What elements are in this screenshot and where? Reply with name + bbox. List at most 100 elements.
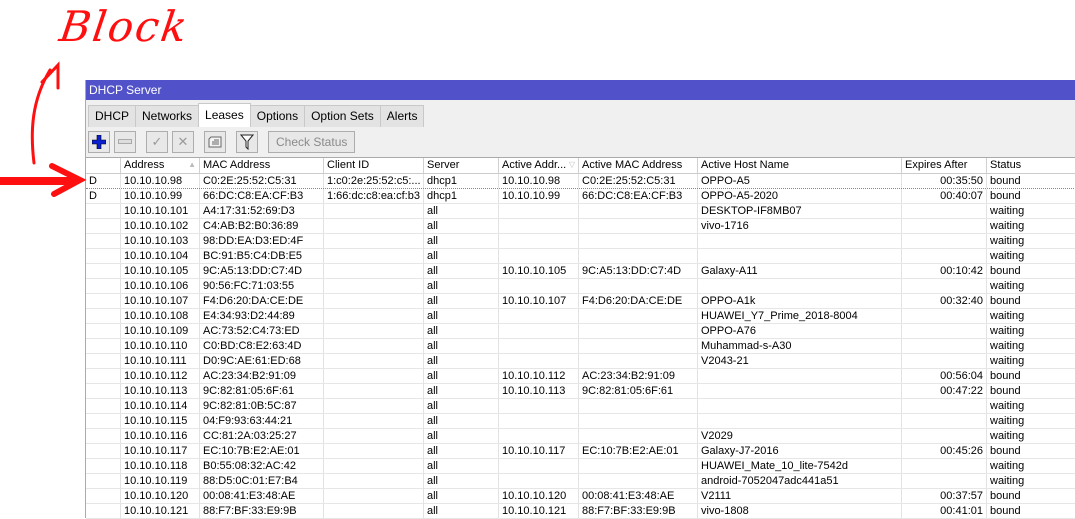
cell-flags — [86, 339, 121, 353]
check-status-button[interactable]: Check Status — [268, 131, 356, 153]
cell-address: 10.10.10.104 — [121, 249, 200, 263]
cell-address: 10.10.10.102 — [121, 219, 200, 233]
cell-address: 10.10.10.118 — [121, 459, 200, 473]
cell-expires-after: 00:40:07 — [902, 189, 987, 203]
cell-expires-after — [902, 339, 987, 353]
column-header-flags[interactable] — [86, 158, 121, 173]
table-row[interactable]: 10.10.10.115 04:F9:93:63:44:21 all waiting — [86, 414, 1075, 429]
cell-status: waiting — [987, 354, 1075, 368]
column-header-active-mac-address[interactable]: Active MAC Address — [579, 158, 698, 173]
cell-active-host-name — [698, 414, 902, 428]
cell-client-id — [324, 339, 424, 353]
column-header-label: Active Addr... — [502, 159, 567, 171]
table-row[interactable]: D 10.10.10.99 66:DC:C8:EA:CF:B3 1:66:dc:c8:… — [86, 189, 1075, 204]
table-row[interactable]: 10.10.10.114 9C:82:81:0B:5C:87 all waiting — [86, 399, 1075, 414]
cell-server: all — [424, 249, 499, 263]
table-row[interactable]: 10.10.10.103 98:DD:EA:D3:ED:4F all waiting — [86, 234, 1075, 249]
table-row[interactable]: 10.10.10.117 EC:10:7B:E2:AE:01 all 10.10.10… — [86, 444, 1075, 459]
cell-active-mac-address: EC:10:7B:E2:AE:01 — [579, 444, 698, 458]
cell-active-mac-address — [579, 474, 698, 488]
cell-flags — [86, 264, 121, 278]
cell-active-host-name — [698, 369, 902, 383]
column-header-address[interactable]: Address ▲ — [121, 158, 200, 173]
column-header-status[interactable]: Status — [987, 158, 1075, 173]
cell-mac-address: 9C:A5:13:DD:C7:4D — [200, 264, 324, 278]
cell-server: dhcp1 — [424, 189, 499, 203]
cell-active-mac-address — [579, 249, 698, 263]
cell-active-mac-address: 88:F7:BF:33:E9:9B — [579, 504, 698, 518]
cell-flags — [86, 234, 121, 248]
column-header-active-address[interactable]: Active Addr... ▽ — [499, 158, 579, 173]
table-row[interactable]: 10.10.10.121 88:F7:BF:33:E9:9B all 10.10.10… — [86, 504, 1075, 519]
table-row[interactable]: 10.10.10.108 E4:34:93:D2:44:89 all HUAWEI_Y… — [86, 309, 1075, 324]
table-row[interactable]: 10.10.10.111 D0:9C:AE:61:ED:68 all V2043-21… — [86, 354, 1075, 369]
tab-leases[interactable]: Leases — [198, 103, 251, 127]
cell-expires-after: 00:35:50 — [902, 174, 987, 188]
tab-option-sets[interactable]: Option Sets — [304, 105, 381, 127]
cell-client-id — [324, 324, 424, 338]
tab-alerts[interactable]: Alerts — [379, 105, 425, 127]
cell-active-address: 10.10.10.121 — [499, 504, 579, 518]
cell-status: bound — [987, 489, 1075, 503]
minus-icon — [118, 139, 132, 144]
table-row[interactable]: 10.10.10.104 BC:91:B5:C4:DB:E5 all waiting — [86, 249, 1075, 264]
column-header-server[interactable]: Server — [424, 158, 499, 173]
cell-expires-after — [902, 309, 987, 323]
cell-status: waiting — [987, 204, 1075, 218]
cell-expires-after: 00:41:01 — [902, 504, 987, 518]
table-row[interactable]: 10.10.10.116 CC:81:2A:03:25:27 all V2029 wai… — [86, 429, 1075, 444]
table-row[interactable]: 10.10.10.109 AC:73:52:C4:73:ED all OPPO-A76… — [86, 324, 1075, 339]
cell-server: all — [424, 204, 499, 218]
cell-client-id — [324, 384, 424, 398]
cell-status: bound — [987, 189, 1075, 203]
cell-mac-address: 04:F9:93:63:44:21 — [200, 414, 324, 428]
cell-active-mac-address — [579, 204, 698, 218]
column-header-client-id[interactable]: Client ID — [324, 158, 424, 173]
cell-address: 10.10.10.111 — [121, 354, 200, 368]
table-row[interactable]: 10.10.10.106 90:56:FC:71:03:55 all waiting — [86, 279, 1075, 294]
cell-server: all — [424, 294, 499, 308]
table-row[interactable]: 10.10.10.105 9C:A5:13:DD:C7:4D all 10.10.10… — [86, 264, 1075, 279]
cell-server: all — [424, 354, 499, 368]
cell-active-mac-address — [579, 219, 698, 233]
table-row[interactable]: 10.10.10.112 AC:23:34:B2:91:09 all 10.10.10… — [86, 369, 1075, 384]
cell-active-mac-address: 66:DC:C8:EA:CF:B3 — [579, 189, 698, 203]
column-header-active-host-name[interactable]: Active Host Name — [698, 158, 902, 173]
cell-mac-address: 90:56:FC:71:03:55 — [200, 279, 324, 293]
enable-button[interactable]: ✓ — [146, 131, 168, 153]
remove-button[interactable] — [114, 131, 136, 153]
cell-mac-address: C4:AB:B2:B0:36:89 — [200, 219, 324, 233]
table-row[interactable]: 10.10.10.101 A4:17:31:52:69:D3 all DESKTOP-… — [86, 204, 1075, 219]
comment-button[interactable] — [204, 131, 226, 153]
cell-address: 10.10.10.113 — [121, 384, 200, 398]
cell-expires-after — [902, 249, 987, 263]
table-row[interactable]: 10.10.10.107 F4:D6:20:DA:CE:DE all 10.10.10… — [86, 294, 1075, 309]
cell-active-mac-address — [579, 399, 698, 413]
tab-dhcp[interactable]: DHCP — [88, 105, 137, 127]
column-header-expires-after[interactable]: Expires After — [902, 158, 987, 173]
cell-mac-address: 88:D5:0C:01:E7:B4 — [200, 474, 324, 488]
filter-button[interactable] — [236, 131, 258, 153]
annotation-up-arrow — [30, 61, 60, 165]
column-header-mac-address[interactable]: MAC Address — [200, 158, 324, 173]
tab-networks[interactable]: Networks — [135, 105, 200, 127]
tab-options[interactable]: Options — [249, 105, 306, 127]
table-row[interactable]: 10.10.10.119 88:D5:0C:01:E7:B4 all android-… — [86, 474, 1075, 489]
cell-active-mac-address — [579, 339, 698, 353]
table-row[interactable]: 10.10.10.120 00:08:41:E3:48:AE all 10.10.10… — [86, 489, 1075, 504]
table-row[interactable]: 10.10.10.118 B0:55:08:32:AC:42 all HUAWEI_M… — [86, 459, 1075, 474]
cell-status: waiting — [987, 219, 1075, 233]
column-header-label: Server — [427, 159, 460, 171]
table-row[interactable]: 10.10.10.110 C0:BD:C8:E2:63:4D all Muhammad… — [86, 339, 1075, 354]
table-row[interactable]: 10.10.10.102 C4:AB:B2:B0:36:89 all vivo-171… — [86, 219, 1075, 234]
add-button[interactable] — [88, 131, 110, 153]
cell-client-id — [324, 234, 424, 248]
cell-server: all — [424, 309, 499, 323]
disable-button[interactable]: ✕ — [172, 131, 194, 153]
table-row[interactable]: 10.10.10.113 9C:82:81:05:6F:61 all 10.10.10… — [86, 384, 1075, 399]
table-row[interactable]: D 10.10.10.98 C0:2E:25:52:C5:31 1:c0:2e:25:… — [86, 174, 1075, 189]
cell-active-mac-address — [579, 279, 698, 293]
cell-server: all — [424, 264, 499, 278]
cell-active-address — [499, 429, 579, 443]
cell-mac-address: 98:DD:EA:D3:ED:4F — [200, 234, 324, 248]
